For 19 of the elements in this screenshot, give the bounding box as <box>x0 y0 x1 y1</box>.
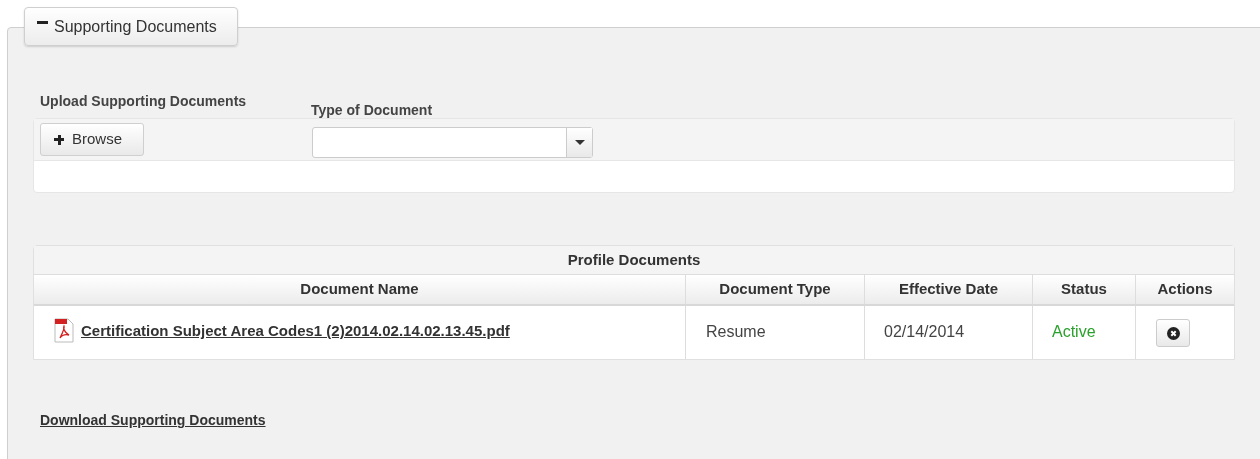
column-header: Document Type <box>685 275 864 304</box>
close-icon <box>1166 326 1180 340</box>
upload-label: Upload Supporting Documents <box>40 92 247 111</box>
download-link[interactable]: Download Supporting Documents <box>40 410 266 431</box>
status-cell: Active <box>1032 306 1135 359</box>
column-header: Status <box>1032 275 1135 304</box>
table-cell: 02/14/2014 <box>864 306 1032 359</box>
browse-button[interactable]: Browse <box>40 123 144 156</box>
column-header: Actions <box>1135 275 1234 304</box>
section-toggle-button[interactable]: Supporting Documents <box>24 7 238 46</box>
table-cell: Resume <box>685 306 864 359</box>
table-caption: Profile Documents <box>567 249 701 270</box>
pdf-file-icon <box>54 318 74 343</box>
caret-icon <box>574 140 585 145</box>
document-link[interactable]: Certification Subject Area Codes1 (2)2014.02.14.02.13.45.pdf <box>81 320 510 343</box>
plus-icon <box>54 134 64 145</box>
type-label: Type of Document <box>311 101 433 120</box>
column-header: Effective Date <box>864 275 1032 304</box>
remove-button[interactable] <box>1156 319 1190 347</box>
